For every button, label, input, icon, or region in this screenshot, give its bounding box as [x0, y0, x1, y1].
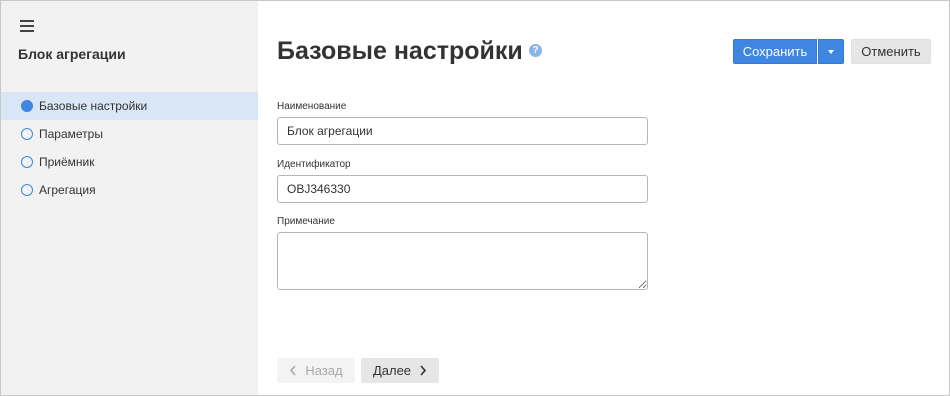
sidebar-item-aggregation[interactable]: Агрегация	[1, 176, 258, 204]
identifier-field[interactable]	[277, 175, 648, 203]
chevron-left-icon	[290, 365, 296, 376]
next-button-label: Далее	[372, 363, 412, 378]
sidebar-item-label: Базовые настройки	[39, 99, 148, 113]
cancel-button[interactable]: Отменить	[851, 39, 931, 64]
main-panel: Базовые настройки ? Сохранить Отменить Н…	[258, 1, 949, 395]
sidebar-item-label: Приёмник	[39, 155, 95, 169]
sidebar-item-receiver[interactable]: Приёмник	[1, 148, 258, 176]
sidebar-item-parameters[interactable]: Параметры	[1, 120, 258, 148]
sidebar-nav: Базовые настройки Параметры Приёмник Агр…	[1, 92, 258, 204]
sidebar-title: Блок агрегации	[18, 46, 126, 62]
sidebar: Блок агрегации Базовые настройки Парамет…	[1, 1, 258, 395]
step-empty-dot-icon	[21, 156, 33, 168]
note-field-label: Примечание	[277, 216, 335, 227]
page-title: Базовые настройки	[277, 37, 523, 65]
name-field-label: Наименование	[277, 101, 347, 112]
caret-down-icon	[828, 49, 834, 54]
hamburger-menu-icon[interactable]	[19, 20, 35, 34]
next-button[interactable]: Далее	[361, 358, 439, 383]
sidebar-item-label: Агрегация	[39, 183, 96, 197]
name-field[interactable]	[277, 117, 648, 145]
help-question-icon[interactable]: ?	[529, 44, 542, 57]
save-options-dropdown-button[interactable]	[818, 39, 844, 64]
back-button: Назад	[277, 358, 355, 383]
sidebar-item-label: Параметры	[39, 127, 103, 141]
note-textarea[interactable]	[277, 232, 648, 290]
app-window: Блок агрегации Базовые настройки Парамет…	[0, 0, 950, 396]
step-filled-dot-icon	[21, 100, 33, 112]
step-empty-dot-icon	[21, 128, 33, 140]
back-button-label: Назад	[305, 363, 343, 378]
sidebar-item-basic-settings[interactable]: Базовые настройки	[1, 92, 258, 120]
chevron-right-icon	[420, 365, 427, 376]
save-button[interactable]: Сохранить	[733, 39, 817, 64]
step-empty-dot-icon	[21, 184, 33, 196]
identifier-field-label: Идентификатор	[277, 159, 351, 170]
